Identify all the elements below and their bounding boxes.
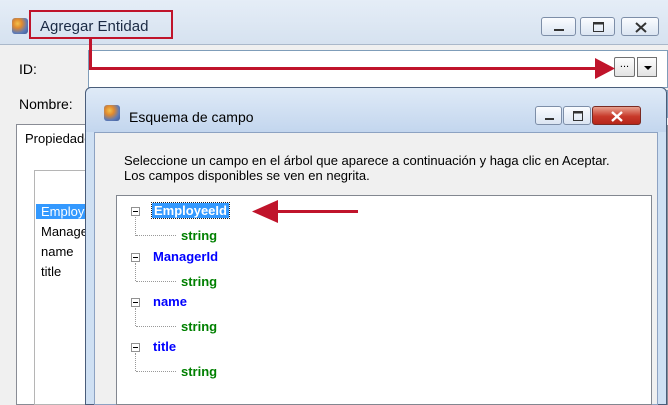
dialog-minimize-button[interactable] bbox=[535, 106, 562, 125]
tree-node-field[interactable]: ManagerId bbox=[153, 249, 218, 264]
dialog-description: Seleccione un campo en el árbol que apar… bbox=[124, 153, 610, 183]
tree-collapse-icon[interactable] bbox=[131, 343, 140, 352]
maximize-icon bbox=[593, 22, 604, 32]
dropdown-arrow-icon bbox=[644, 66, 652, 70]
list-item[interactable]: name bbox=[41, 244, 74, 259]
red-arrow-shaft bbox=[266, 210, 358, 213]
minimize-icon bbox=[554, 29, 564, 31]
dialog-title: Esquema de campo bbox=[129, 109, 254, 125]
id-label: ID: bbox=[19, 61, 37, 77]
tree-collapse-icon[interactable] bbox=[131, 298, 140, 307]
callout-connector-horizontal bbox=[89, 67, 597, 70]
close-icon bbox=[611, 111, 623, 122]
id-dropdown-button[interactable] bbox=[637, 57, 657, 77]
tree-node-field-selected[interactable]: EmployeeId bbox=[151, 202, 230, 219]
tree-connector bbox=[135, 217, 136, 236]
app-icon bbox=[12, 18, 28, 34]
tree-connector bbox=[136, 326, 176, 327]
tree-node-field[interactable]: title bbox=[153, 339, 176, 354]
tree-connector bbox=[136, 281, 176, 282]
tree-collapse-icon[interactable] bbox=[131, 253, 140, 262]
tree-node-field[interactable]: name bbox=[153, 294, 187, 309]
tree-connector bbox=[136, 235, 176, 236]
dialog-maximize-button[interactable] bbox=[563, 106, 591, 125]
ellipsis-button[interactable]: ... bbox=[614, 57, 635, 77]
close-icon bbox=[635, 22, 647, 33]
minimize-icon bbox=[545, 118, 554, 120]
maximize-icon bbox=[573, 111, 583, 121]
tree-connector bbox=[136, 371, 176, 372]
tree-node-type[interactable]: string bbox=[181, 228, 217, 243]
callout-connector-vertical bbox=[89, 39, 92, 70]
nombre-label: Nombre: bbox=[19, 96, 73, 112]
tree-collapse-icon[interactable] bbox=[131, 207, 140, 216]
title-highlight-box bbox=[29, 10, 173, 39]
outer-close-button[interactable] bbox=[621, 17, 659, 36]
tree-node-type[interactable]: string bbox=[181, 364, 217, 379]
dialog-app-icon bbox=[104, 105, 120, 121]
tree-connector bbox=[135, 308, 136, 326]
tree-connector bbox=[135, 263, 136, 281]
field-tree-view[interactable]: EmployeeId string ManagerId string name … bbox=[116, 195, 652, 405]
tree-node-type[interactable]: string bbox=[181, 319, 217, 334]
tree-connector bbox=[135, 353, 136, 371]
list-item[interactable]: title bbox=[41, 264, 61, 279]
dialog-close-button[interactable] bbox=[592, 106, 641, 125]
outer-minimize-button[interactable] bbox=[541, 17, 576, 36]
tree-node-type[interactable]: string bbox=[181, 274, 217, 289]
red-arrow-annotation bbox=[595, 58, 615, 79]
outer-maximize-button[interactable] bbox=[580, 17, 615, 36]
tab-propiedades[interactable]: Propiedades bbox=[16, 124, 86, 152]
